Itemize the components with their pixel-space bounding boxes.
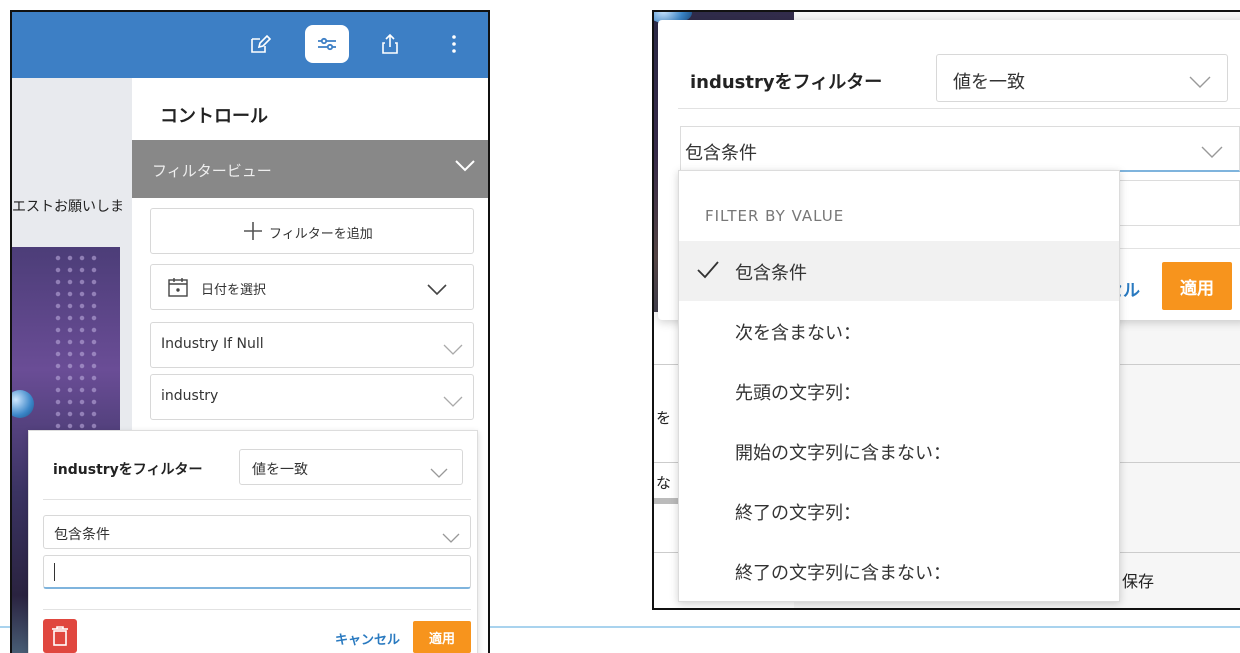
chevron-down-icon [430,463,448,482]
dropdown-item[interactable]: 開始の文字列に含まない： [679,421,1119,481]
plus-icon [243,221,263,245]
dropdown-item-label: 終了の文字列に含まない： [735,563,951,584]
condition-select[interactable]: 包含条件 [43,515,471,549]
dropdown-label: Industry If Null [161,336,264,352]
filter-view-label: フィルタービュー [152,162,272,180]
condition-select-value: 包含条件 [54,527,110,543]
chevron-down-icon [1201,143,1223,162]
dropdown-item[interactable]: 次を含まない： [679,301,1119,361]
chevron-down-icon[interactable] [454,158,476,177]
delete-filter-button[interactable] [43,619,77,653]
dropdown-item[interactable]: 先頭の文字列： [679,361,1119,421]
filter-view-header[interactable]: フィルタービュー [132,140,488,198]
industry-dropdown[interactable]: industry [150,374,474,420]
chevron-down-icon [1189,73,1211,92]
chevron-down-icon [442,528,460,547]
popup-title: industryをフィルター [690,72,883,93]
divider [43,499,471,500]
share-icon[interactable] [372,26,408,62]
dropdown-item-label: 先頭の文字列： [735,383,861,404]
photo-pattern [52,252,102,432]
dropdown-item[interactable]: 包含条件 [679,241,1119,301]
right-screenshot-panel: を な 保存 industryをフィルター 値を一致 包含条件 セル 適用 FI… [652,10,1240,610]
date-select-label: 日付を選択 [201,283,267,298]
chevron-down-icon [443,341,463,360]
industry-if-null-dropdown[interactable]: Industry If Null [150,322,474,368]
popup-title: industryをフィルター [53,462,203,478]
more-vert-icon[interactable] [436,26,472,62]
filter-value-input[interactable] [43,555,471,589]
match-select[interactable]: 値を一致 [239,449,463,485]
match-select-value: 値を一致 [953,72,1025,93]
condition-select-value: 包含条件 [685,143,757,164]
save-button[interactable]: 保存 [1122,568,1154,592]
dropdown-item[interactable]: 終了の文字列： [679,481,1119,541]
match-select-value: 値を一致 [252,462,308,478]
background-text: エストお願いしま [12,199,124,215]
apply-button[interactable]: 適用 [413,621,471,653]
text-cursor [54,563,55,581]
date-select-dropdown[interactable]: 日付を選択 [150,264,474,310]
controls-title: コントロール [160,106,268,127]
dropdown-item[interactable]: 終了の文字列に含まない： [679,541,1119,601]
dropdown-item-label: 終了の文字列： [735,503,861,524]
dropdown-header: FILTER BY VALUE [705,207,845,225]
cancel-button[interactable]: キャンセル [335,629,400,648]
sparkle-edit-icon[interactable] [242,26,278,62]
industry-filter-popup: industryをフィルター 値を一致 包含条件 キャンセル 適用 [28,430,478,653]
dropdown-label: industry [161,388,219,404]
chevron-down-icon [443,393,463,412]
divider [43,609,471,610]
dropdown-item-label: 包含条件 [735,263,807,284]
add-filter-button[interactable]: フィルターを追加 [150,208,474,254]
chevron-down-icon [427,281,447,300]
dropdown-item-label: 開始の文字列に含まない： [735,443,951,464]
match-select[interactable]: 値を一致 [936,54,1228,102]
left-screenshot-panel: エストお願いしま コントロール フィルタービュー フィルターを追加 日付を選択 [10,10,490,653]
background-text: な [656,474,672,492]
add-filter-label: フィルターを追加 [269,227,373,242]
trash-icon [52,626,68,646]
sliders-icon[interactable] [305,25,349,63]
divider [678,108,1240,109]
top-toolbar [12,12,488,78]
calendar-icon [167,276,189,302]
dropdown-item-label: 次を含まない： [735,323,861,344]
checkmark-icon [697,261,719,284]
apply-button[interactable]: 適用 [1162,262,1232,310]
condition-select[interactable]: 包含条件 [680,126,1240,172]
condition-dropdown-menu: FILTER BY VALUE 包含条件 次を含まない： 先頭の文字列： 開始の… [678,170,1120,602]
background-text: を [656,409,672,427]
